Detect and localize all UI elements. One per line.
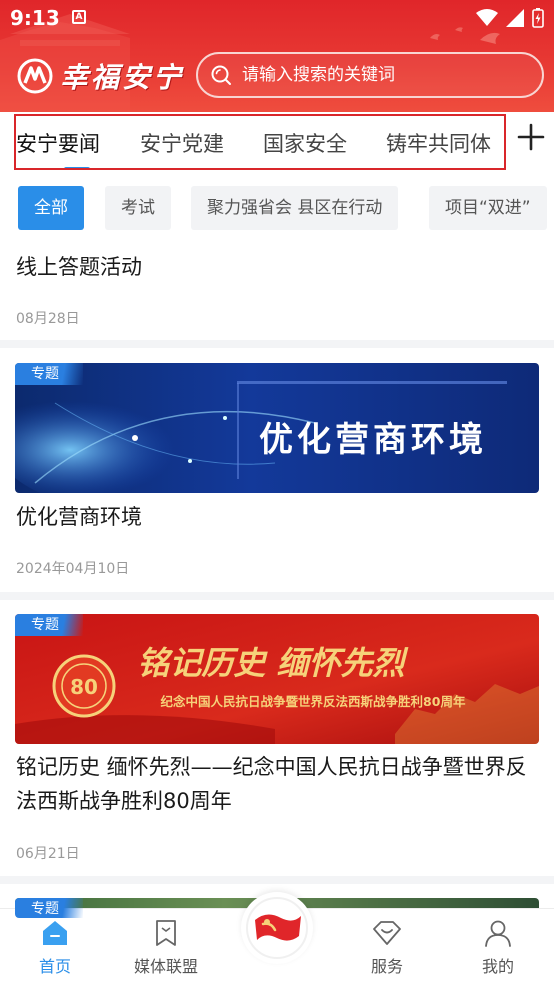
nav-home[interactable]: 首页 xyxy=(15,917,95,977)
app-header: 9:13 A 幸福安宁 xyxy=(0,0,554,112)
home-icon xyxy=(43,921,67,945)
banner-text: 优化营商环境 xyxy=(259,420,487,460)
chip-county-action[interactable]: 聚力强省会 县区在行动 xyxy=(191,186,399,230)
status-time: 9:13 xyxy=(10,6,60,30)
anniversary-emblem: 80 xyxy=(52,654,116,718)
tab-community[interactable]: 铸牢共同体 xyxy=(386,128,491,158)
divider xyxy=(0,876,554,884)
news-title[interactable]: 线上答题活动 xyxy=(16,250,540,284)
topic-badge: 专题 xyxy=(15,614,83,636)
divider xyxy=(0,592,554,600)
divider xyxy=(0,340,554,348)
app-name: 幸福安宁 xyxy=(60,61,185,94)
nav-media[interactable]: 媒体联盟 xyxy=(126,917,206,977)
nav-home-label: 首页 xyxy=(38,957,71,976)
emblem-number: 80 xyxy=(70,675,98,699)
search-input[interactable] xyxy=(242,65,522,85)
tab-anning-party[interactable]: 安宁党建 xyxy=(140,128,224,158)
center-party-button[interactable] xyxy=(241,892,313,964)
nav-service[interactable]: 服务 xyxy=(347,917,427,977)
news-title[interactable]: 优化营商环境 xyxy=(16,500,540,534)
topic-badge: 专题 xyxy=(15,898,83,918)
news-date: 2024年04月10日 xyxy=(16,561,130,577)
tab-national-security[interactable]: 国家安全 xyxy=(263,128,347,158)
nav-mine-label: 我的 xyxy=(481,957,514,976)
news-title[interactable]: 铭记历史 缅怀先烈——纪念中国人民抗日战争暨世界反法西斯战争胜利80周年 xyxy=(16,750,540,818)
news-banner[interactable]: 专题 80 铭记历史 缅怀先烈 纪念中国人民抗日战争暨世界反法西斯战争胜利80周… xyxy=(15,614,539,744)
news-date: 06月21日 xyxy=(16,846,80,862)
topic-badge: 专题 xyxy=(15,363,83,385)
tab-anning-news[interactable]: 安宁要闻 xyxy=(16,128,100,158)
wifi-icon xyxy=(476,9,498,26)
nav-service-label: 服务 xyxy=(370,957,403,976)
system-icons xyxy=(476,8,544,28)
signal-icon xyxy=(506,9,524,27)
nav-mine[interactable]: 我的 xyxy=(458,917,538,977)
active-tab-indicator xyxy=(64,167,90,168)
notification-icon: A xyxy=(72,10,86,24)
app-logo-icon xyxy=(17,58,53,94)
nav-media-label: 媒体联盟 xyxy=(133,957,198,976)
banner-globe-image: 优化营商环境 xyxy=(15,363,539,493)
chip-project[interactable]: 项目“双进” xyxy=(429,186,547,230)
battery-icon xyxy=(532,8,544,28)
banner-text: 铭记历史 缅怀先烈 xyxy=(137,644,408,682)
banner-history-image: 80 铭记历史 缅怀先烈 纪念中国人民抗日战争暨世界反法西斯战争胜利80周年 xyxy=(15,614,539,744)
category-tabs: 安宁要闻 安宁党建 国家安全 铸牢共同体 平 xyxy=(0,112,554,172)
banner-subtext: 纪念中国人民抗日战争暨世界反法西斯战争胜利80周年 xyxy=(161,694,466,709)
news-date: 08月28日 xyxy=(16,311,80,327)
search-bar[interactable] xyxy=(196,52,544,98)
bookmark-icon xyxy=(156,920,176,946)
tabs-highlight-box: 安宁要闻 安宁党建 国家安全 铸牢共同体 平 xyxy=(14,114,506,170)
service-icon xyxy=(373,921,401,945)
party-flag-icon xyxy=(246,897,308,959)
status-bar: 9:13 A xyxy=(0,0,554,38)
chip-all[interactable]: 全部 xyxy=(18,186,84,230)
user-icon xyxy=(485,920,511,947)
add-channel-icon[interactable] xyxy=(516,122,546,152)
app-logo: 幸福安宁 xyxy=(16,56,184,96)
search-icon xyxy=(211,65,231,85)
chip-exam[interactable]: 考试 xyxy=(105,186,171,230)
filter-chips: 全部 考试 聚力强省会 县区在行动 项目“双进” xyxy=(0,184,554,234)
news-banner[interactable]: 专题 xyxy=(15,363,539,493)
